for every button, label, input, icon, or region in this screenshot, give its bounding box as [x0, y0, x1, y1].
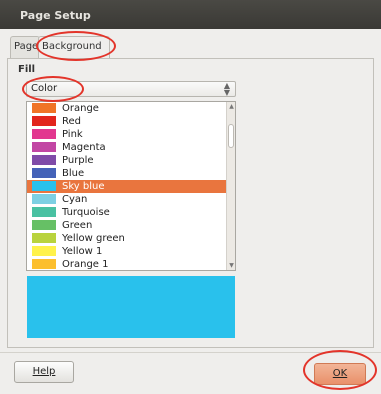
color-swatch [32, 181, 56, 191]
tab-bar: Page Background [0, 29, 381, 59]
color-name: Yellow green [62, 233, 125, 244]
color-name: Orange [62, 103, 99, 114]
color-list-item[interactable]: Yellow green [27, 232, 227, 245]
color-list-item[interactable]: Pink [27, 128, 227, 141]
color-name: Red [62, 116, 81, 127]
color-list-item[interactable]: Turquoise [27, 206, 227, 219]
scroll-down-arrow-icon[interactable]: ▼ [228, 262, 235, 269]
color-swatch [32, 246, 56, 256]
color-list-item[interactable]: Magenta [27, 141, 227, 154]
fill-section-label: Fill [18, 64, 36, 75]
tab-page-label: Page [14, 41, 39, 52]
color-swatch [32, 168, 56, 178]
color-swatch [32, 129, 56, 139]
tab-page[interactable]: Page [10, 36, 40, 58]
color-list-item[interactable]: Orange 1 [27, 258, 227, 270]
color-swatch [32, 194, 56, 204]
page-setup-dialog: Page Setup Page Background Fill Color ▲ ▼… [0, 0, 381, 394]
button-separator [0, 352, 381, 353]
scrollbar-thumb[interactable] [228, 124, 234, 148]
color-list-item[interactable]: Cyan [27, 193, 227, 206]
title-bar[interactable]: Page Setup [0, 0, 381, 29]
color-swatch [32, 259, 56, 269]
color-swatch [32, 142, 56, 152]
window-title: Page Setup [20, 9, 91, 22]
color-list[interactable]: Orange Red Pink Magenta Purple Blue Sky blue Cy… [26, 101, 236, 271]
color-name: Pink [62, 129, 83, 140]
color-swatch [32, 220, 56, 230]
color-name: Yellow 1 [62, 246, 103, 257]
help-button-label: Help [32, 366, 56, 377]
scroll-up-arrow-icon[interactable]: ▲ [228, 103, 235, 110]
color-list-item[interactable]: Orange [27, 102, 227, 115]
color-swatch [32, 155, 56, 165]
color-name: Turquoise [62, 207, 110, 218]
color-preview [27, 276, 235, 338]
color-list-item[interactable]: Blue [27, 167, 227, 180]
ok-button[interactable]: OK [314, 363, 366, 385]
color-list-item[interactable]: Sky blue [27, 180, 227, 193]
help-button[interactable]: Help [14, 361, 74, 383]
ok-button-label: OK [332, 368, 348, 379]
color-name: Orange 1 [62, 259, 109, 270]
color-name: Purple [62, 155, 94, 166]
color-list-item[interactable]: Green [27, 219, 227, 232]
fill-type-value: Color [31, 83, 58, 94]
color-name: Blue [62, 168, 85, 179]
fill-type-dropdown[interactable]: Color ▲ ▼ [26, 81, 236, 97]
tab-background-label: Background [42, 41, 102, 52]
tab-background[interactable]: Background [38, 36, 110, 58]
color-name: Cyan [62, 194, 88, 205]
color-name: Sky blue [62, 181, 105, 192]
color-list-item[interactable]: Yellow 1 [27, 245, 227, 258]
color-swatch [32, 207, 56, 217]
color-list-item[interactable]: Red [27, 115, 227, 128]
list-scrollbar[interactable]: ▲ ▼ [226, 102, 235, 270]
color-swatch [32, 116, 56, 126]
updown-arrows-icon: ▲ ▼ [223, 81, 230, 97]
color-swatch [32, 103, 56, 113]
color-swatch [32, 233, 56, 243]
color-list-item[interactable]: Purple [27, 154, 227, 167]
color-name: Green [62, 220, 93, 231]
color-name: Magenta [62, 142, 106, 153]
